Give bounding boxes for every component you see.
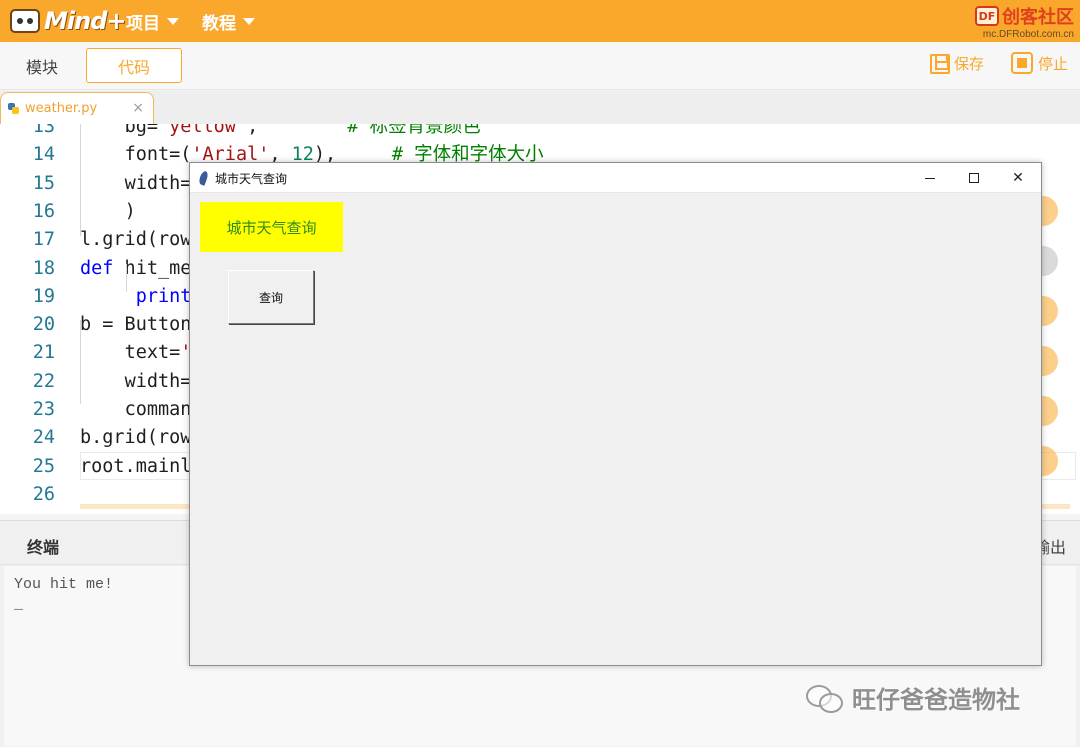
code-text: b.grid(row	[80, 424, 191, 452]
code-token: width=	[124, 370, 192, 392]
file-tab-weather[interactable]: weather.py ×	[0, 92, 154, 124]
line-number: 22	[32, 370, 55, 392]
menu-tutorial[interactable]: 教程	[202, 9, 255, 34]
line-number: 26	[32, 483, 55, 505]
line-number: 17	[32, 229, 55, 251]
code-token: b = Button	[80, 314, 192, 336]
code-text: b = Button	[80, 311, 191, 339]
stop-icon	[1011, 52, 1033, 74]
stop-label: 停止	[1038, 54, 1069, 73]
code-text: comman	[80, 396, 192, 424]
caret-down-icon	[167, 18, 179, 25]
code-token: l.grid(row	[80, 229, 192, 251]
menu-project-label: 项目	[126, 14, 160, 34]
line-number: 21	[32, 342, 55, 364]
line-number: 14	[32, 144, 55, 166]
tab-blocks[interactable]: 模块	[0, 48, 84, 83]
code-token: b.grid(row	[80, 427, 192, 449]
indent-guide	[80, 124, 81, 236]
code-text: print	[80, 283, 192, 311]
python-file-icon	[8, 103, 19, 114]
line-number: 16	[32, 200, 55, 222]
terminal-title: 终端	[27, 538, 60, 557]
maximize-button[interactable]	[952, 166, 996, 190]
line-number: 13	[32, 124, 55, 137]
line-number: 18	[32, 257, 55, 279]
code-text: text='	[80, 339, 192, 367]
code-token: def	[80, 257, 114, 279]
tk-feather-icon	[197, 170, 210, 186]
save-icon	[930, 53, 950, 74]
caret-down-icon	[243, 18, 255, 25]
code-token: bg=	[124, 124, 158, 137]
watermark-text: 旺仔爸爸造物社	[852, 686, 1020, 714]
code-token: # 标签背景颜色	[347, 124, 481, 137]
save-label: 保存	[954, 55, 985, 73]
code-text: )	[80, 198, 136, 226]
terminal-line: You hit me!	[14, 576, 114, 593]
code-token: print	[135, 285, 192, 307]
line-number: 23	[32, 399, 55, 420]
code-line[interactable]: 13 bg='yellow', # 标签背景颜色	[0, 124, 1080, 141]
tab-code[interactable]: 代码	[86, 48, 182, 83]
top-menu-bar: Mind+ 项目 教程 DF 创客社区 mc.DFRobot.com.cn	[0, 0, 1080, 42]
code-text: width=	[80, 368, 192, 396]
app-logo[interactable]: Mind+	[10, 4, 126, 38]
code-token: comman	[124, 399, 192, 420]
watermark: 旺仔爸爸造物社	[806, 680, 1020, 715]
dfrobot-logo-icon: DF	[975, 6, 999, 26]
minimize-button[interactable]	[908, 166, 952, 190]
stop-button[interactable]: 停止	[1011, 52, 1068, 74]
terminal-cursor: _	[14, 596, 24, 613]
code-token: font=(	[124, 144, 192, 166]
file-tab-bar: weather.py ×	[0, 91, 1080, 124]
line-number: 25	[32, 455, 55, 477]
tab-close-icon[interactable]: ×	[132, 100, 144, 116]
line-number: 20	[32, 314, 55, 336]
line-number: 15	[32, 172, 55, 194]
code-token: text=	[124, 342, 181, 364]
query-button[interactable]: 查询	[228, 270, 314, 324]
code-text: bg='yellow', # 标签背景颜色	[80, 124, 481, 141]
line-number: 24	[32, 427, 55, 449]
code-token: ,	[247, 124, 348, 137]
code-text: def hit_me	[80, 255, 191, 283]
code-token: )	[124, 200, 136, 222]
brand-name: 创客社区	[1002, 7, 1074, 28]
close-button[interactable]: ✕	[996, 166, 1040, 190]
menu-tutorial-label: 教程	[202, 14, 236, 34]
code-text: l.grid(row	[80, 226, 191, 254]
toolbar: 模块 代码 保存 停止	[0, 42, 1080, 90]
line-number: 19	[32, 285, 55, 307]
indent-guide	[80, 320, 81, 404]
tk-window-title: 城市天气查询	[215, 172, 288, 186]
indent-guide	[126, 264, 127, 292]
wechat-icon	[806, 683, 843, 713]
file-tab-name: weather.py	[25, 101, 98, 116]
brand-url: mc.DFRobot.com.cn	[982, 29, 1074, 40]
city-weather-label: 城市天气查询	[200, 202, 343, 252]
code-text: width=	[80, 170, 192, 198]
tk-window-titlebar[interactable]: 城市天气查询 ✕	[190, 163, 1041, 193]
code-token: width=	[124, 172, 192, 194]
tk-window: 城市天气查询 ✕ 城市天气查询 查询	[189, 162, 1042, 666]
community-brand[interactable]: DF 创客社区 mc.DFRobot.com.cn	[962, 3, 1074, 41]
save-button[interactable]: 保存	[930, 53, 984, 74]
robot-logo-icon	[10, 9, 40, 33]
code-token: 'yellow'	[157, 124, 248, 137]
logo-text: Mind+	[44, 7, 126, 35]
menu-project[interactable]: 项目	[126, 9, 179, 34]
